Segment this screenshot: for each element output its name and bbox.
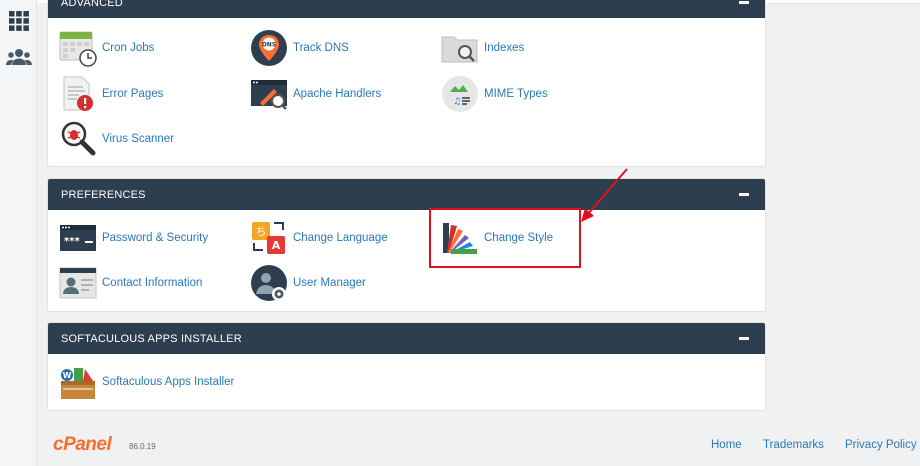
track-dns-label: Track DNS <box>293 42 349 54</box>
footer-link-home[interactable]: Home <box>711 439 742 451</box>
red-arrow-icon <box>581 168 628 222</box>
footer: cPanel 86.0.19 Home Trademarks Privacy P… <box>47 428 920 466</box>
apache-handlers-link[interactable]: Apache Handlers <box>250 74 381 114</box>
apache-handlers-label: Apache Handlers <box>293 88 382 100</box>
virus-scanner-icon <box>61 121 96 156</box>
apache-handler-icon <box>251 80 287 110</box>
softaculous-link[interactable]: W Softaculous Apps Installer <box>59 362 234 402</box>
error-page-icon <box>63 76 93 111</box>
user-manager-label: User Manager <box>293 277 366 289</box>
footer-link-privacy-policy[interactable]: Privacy Policy <box>845 439 917 451</box>
contact-card-icon <box>59 267 97 299</box>
password-icon: *** <box>60 225 96 251</box>
svg-text:DNS: DNS <box>262 42 276 49</box>
collapse-icon[interactable] <box>739 337 749 340</box>
error-pages-link[interactable]: Error Pages <box>59 74 163 114</box>
mime-types-label: MIME Types <box>484 88 548 100</box>
left-sidebar <box>0 0 37 466</box>
svg-text:♫: ♫ <box>453 97 461 107</box>
contact-information-label: Contact Information <box>102 277 203 289</box>
advanced-title: ADVANCED <box>61 0 123 9</box>
dns-pin-icon: DNS <box>251 30 287 66</box>
user-manager-icon <box>251 265 287 301</box>
top-bar-edge <box>768 0 920 4</box>
mime-types-icon: ♫ <box>442 76 478 112</box>
virus-scanner-label: Virus Scanner <box>102 133 175 145</box>
softaculous-icon: W <box>61 368 95 399</box>
footer-link-trademarks[interactable]: Trademarks <box>763 439 824 451</box>
softaculous-label: Softaculous Apps Installer <box>102 376 235 388</box>
cpanel-logo[interactable]: cPanel <box>53 434 112 456</box>
svg-text:ち: ち <box>256 225 267 238</box>
svg-text:***: *** <box>64 236 80 247</box>
contact-information-link[interactable]: Contact Information <box>59 263 202 303</box>
change-language-label: Change Language <box>293 232 388 244</box>
collapse-icon[interactable] <box>739 1 749 4</box>
users-icon[interactable] <box>6 46 32 68</box>
svg-text:W: W <box>63 371 72 380</box>
indexes-link[interactable]: Indexes <box>441 28 524 68</box>
virus-scanner-link[interactable]: Virus Scanner <box>59 119 174 159</box>
grid-icon[interactable] <box>8 10 30 32</box>
highlight-box <box>429 208 581 268</box>
change-language-link[interactable]: ち A Change Language <box>250 218 388 258</box>
preferences-header[interactable]: PREFERENCES <box>48 179 765 210</box>
password-security-link[interactable]: *** Password & Security <box>59 218 208 258</box>
svg-text:A: A <box>272 239 281 252</box>
mime-types-link[interactable]: ♫ MIME Types <box>441 74 548 114</box>
softaculous-header[interactable]: SOFTACULOUS APPS INSTALLER <box>48 323 765 354</box>
collapse-icon[interactable] <box>739 193 749 196</box>
advanced-header[interactable]: ADVANCED <box>48 0 765 18</box>
language-icon: ち A <box>252 222 285 254</box>
version-label: 86.0.19 <box>129 442 156 451</box>
cron-jobs-label: Cron Jobs <box>102 42 155 54</box>
user-manager-link[interactable]: User Manager <box>250 263 366 303</box>
indexes-label: Indexes <box>484 42 525 54</box>
password-security-label: Password & Security <box>102 232 209 244</box>
preferences-title: PREFERENCES <box>61 188 146 201</box>
track-dns-link[interactable]: DNS Track DNS <box>250 28 349 68</box>
folder-search-icon <box>441 36 478 63</box>
cron-jobs-link[interactable]: Cron Jobs <box>59 28 154 68</box>
calendar-clock-icon <box>59 31 97 67</box>
softaculous-title: SOFTACULOUS APPS INSTALLER <box>61 332 242 345</box>
error-pages-label: Error Pages <box>102 88 164 100</box>
